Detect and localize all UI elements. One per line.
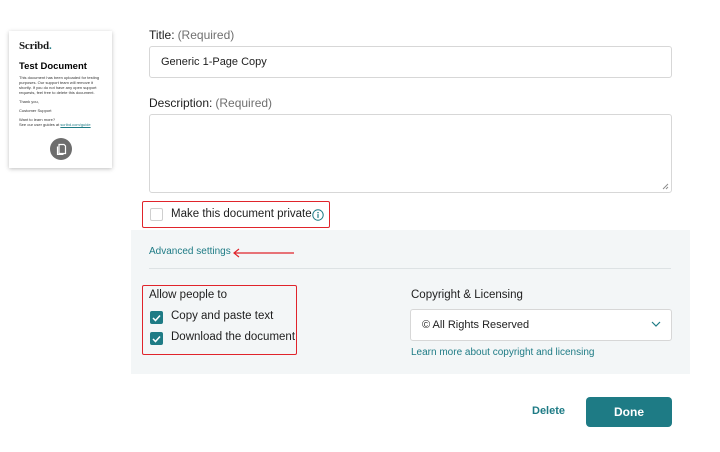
copy-paste-checkbox[interactable] (150, 311, 163, 324)
annotation-arrow-icon (233, 248, 294, 258)
license-value: © All Rights Reserved (422, 319, 530, 331)
thumbnail-paragraph: Thank you, (19, 99, 39, 104)
thumbnail-paragraph: This document has been uploaded for test… (19, 75, 100, 95)
private-checkbox[interactable] (150, 208, 163, 221)
advanced-divider (149, 268, 671, 269)
advanced-settings-link[interactable]: Advanced settings (149, 246, 231, 257)
thumbnail-paragraph: Customer Support (19, 108, 52, 113)
copy-icon[interactable] (50, 138, 72, 160)
learn-more-copyright-link[interactable]: Learn more about copyright and licensing (411, 347, 594, 358)
done-button[interactable]: Done (586, 397, 672, 427)
delete-button[interactable]: Delete (532, 405, 565, 417)
title-label: Title: (Required) (149, 28, 235, 42)
checkmark-icon (152, 314, 161, 322)
resize-grip-icon[interactable] (662, 183, 669, 190)
title-input[interactable]: Generic 1-Page Copy (149, 46, 672, 78)
description-label: Description: (Required) (149, 96, 273, 110)
thumbnail-paragraph: Want to learn more? See our user guides … (19, 117, 91, 127)
copyright-heading: Copyright & Licensing (411, 289, 523, 301)
thumbnail-body: This document has been uploaded for test… (19, 75, 102, 127)
scribd-logo: Scribd. (19, 40, 52, 52)
description-textarea[interactable] (149, 114, 672, 193)
license-select[interactable]: © All Rights Reserved (410, 309, 672, 341)
document-thumbnail: Scribd. Test Document This document has … (9, 31, 112, 168)
thumbnail-doc-title: Test Document (19, 61, 87, 72)
private-label[interactable]: Make this document private (171, 208, 312, 220)
download-label[interactable]: Download the document (171, 331, 295, 343)
allow-heading: Allow people to (149, 289, 227, 301)
info-icon[interactable] (312, 208, 324, 221)
download-checkbox[interactable] (150, 332, 163, 345)
checkmark-icon (152, 335, 161, 343)
copy-paste-label[interactable]: Copy and paste text (171, 310, 273, 322)
chevron-down-icon (651, 321, 661, 327)
